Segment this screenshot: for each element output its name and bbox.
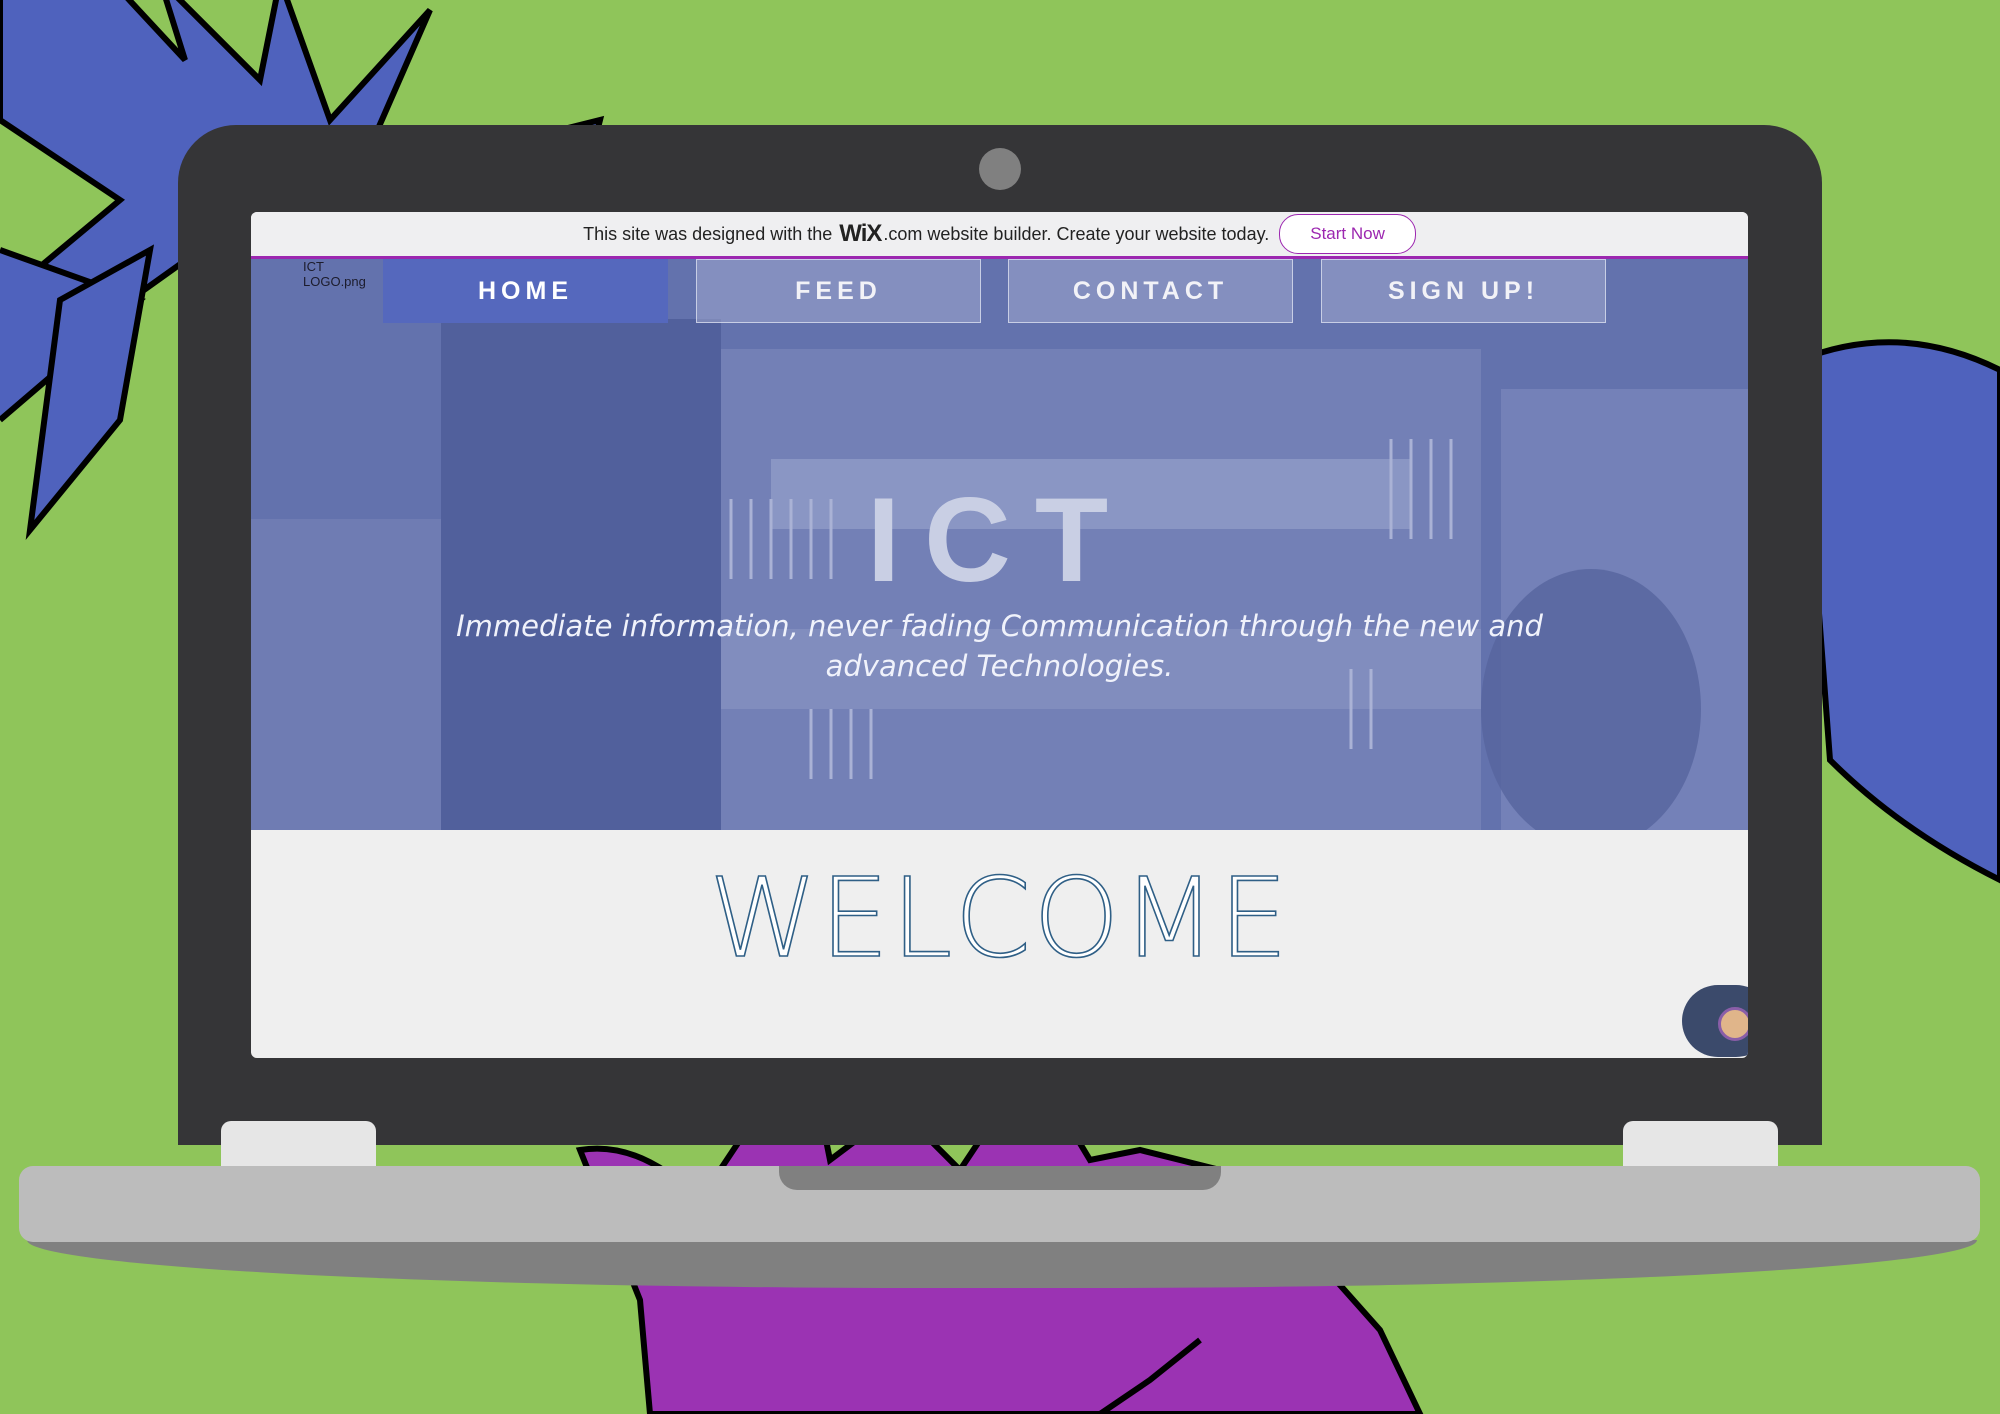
hero-title: ICT: [866, 473, 1133, 607]
nav-contact[interactable]: CONTACT: [1008, 259, 1293, 323]
hero-subtitle: Immediate information, never fading Comm…: [456, 609, 1543, 683]
blue-blob-right: [1796, 339, 2000, 884]
laptop-screen: This site was designed with the WiX .com…: [251, 212, 1748, 1058]
wix-banner-text-before: This site was designed with the: [583, 223, 833, 244]
laptop-hinge-right: [1623, 1121, 1778, 1169]
welcome-heading: WELCOME: [708, 853, 1291, 983]
site-logo-image[interactable]: ICT LOGO.png: [303, 259, 373, 289]
nav-home[interactable]: HOME: [383, 259, 668, 323]
wix-banner: This site was designed with the WiX .com…: [251, 212, 1748, 259]
chat-widget-icon[interactable]: [1718, 1007, 1748, 1041]
camera-icon: [979, 148, 1021, 190]
start-now-button[interactable]: Start Now: [1279, 214, 1416, 254]
nav-feed[interactable]: FEED: [696, 259, 981, 323]
laptop-notch: [779, 1166, 1221, 1190]
wix-banner-text-after: .com website builder. Create your websit…: [883, 223, 1270, 244]
chat-widget[interactable]: [1682, 985, 1748, 1057]
laptop-hinge-left: [221, 1121, 376, 1169]
hero-section: ICT LOGO.png HOME FEED CONTACT SIGN UP! …: [251, 259, 1748, 830]
wix-logo[interactable]: WiX: [839, 220, 882, 248]
nav-sign-up[interactable]: SIGN UP!: [1321, 259, 1606, 323]
